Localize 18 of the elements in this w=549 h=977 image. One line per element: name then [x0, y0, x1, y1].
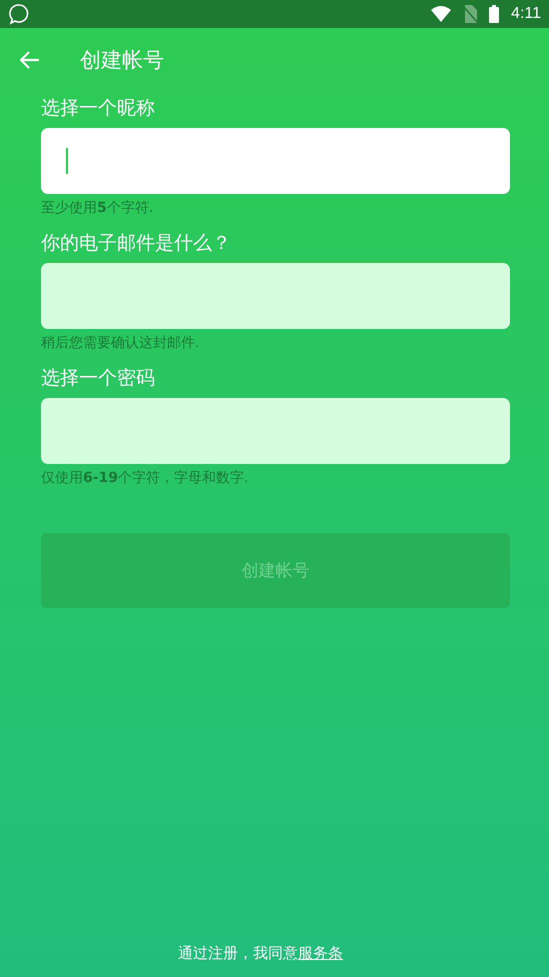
field-label: 选择一个密码 — [41, 366, 156, 391]
terms-link[interactable]: 服务条 — [298, 944, 343, 962]
back-button[interactable] — [20, 50, 42, 70]
input-field[interactable] — [41, 128, 510, 194]
terms-text: 通过注册，我同意 — [178, 944, 298, 962]
field-hint: 仅使用6-19个字符，字母和数字. — [41, 469, 250, 488]
field-hint: 稍后您需要确认这封邮件. — [41, 334, 200, 353]
wifi-icon — [431, 6, 452, 22]
field-hint: 至少使用5个字符. — [41, 199, 154, 218]
screen-title: 创建帐号 — [80, 47, 164, 74]
field-label: 选择一个昵称 — [41, 96, 156, 121]
battery-icon — [489, 5, 500, 23]
status-time: 4:11 — [511, 5, 541, 23]
no-sim-icon — [463, 5, 478, 23]
input-field[interactable] — [41, 398, 510, 464]
input-field[interactable] — [41, 263, 510, 329]
field-label: 你的电子邮件是什么？ — [41, 231, 232, 256]
chat-bubble-icon — [8, 3, 30, 25]
